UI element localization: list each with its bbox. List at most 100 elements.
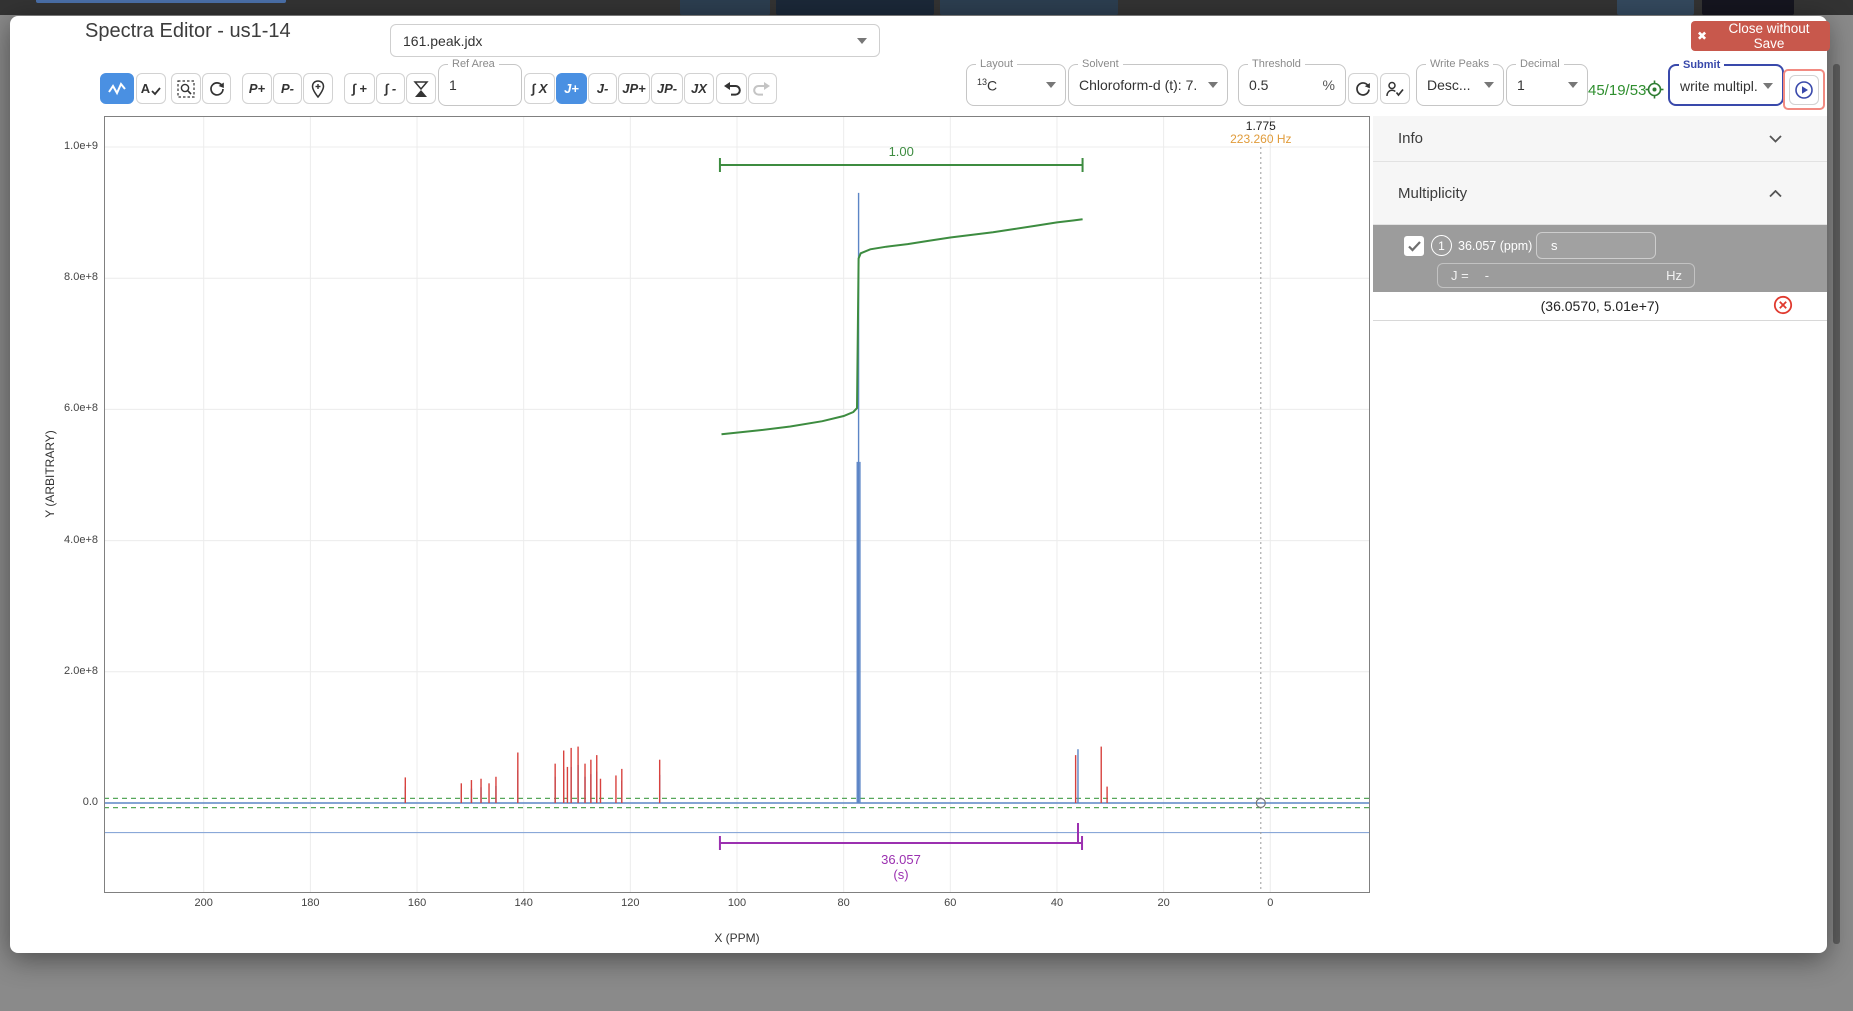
zoom-reset-button[interactable] xyxy=(202,73,231,104)
y-tick-label: 0.0 xyxy=(38,796,98,808)
chevron-down-icon xyxy=(1763,83,1773,89)
x-tick-label: 80 xyxy=(824,897,864,909)
crosshair-ppm-label: 1.775 xyxy=(1246,119,1276,133)
page-title: Spectra Editor - us1-14 xyxy=(85,20,291,43)
peak-remove-button[interactable]: P- xyxy=(273,73,302,104)
x-tick-label: 200 xyxy=(184,897,224,909)
undo-button[interactable] xyxy=(716,73,747,104)
close-without-save-button[interactable]: ✖ Close without Save xyxy=(1691,21,1830,51)
y-tick-label: 1.0e+9 xyxy=(38,140,98,152)
assign-check-button[interactable] xyxy=(1380,73,1410,104)
play-icon xyxy=(1794,80,1814,100)
multiplicity-accordion-header[interactable]: Multiplicity xyxy=(1373,162,1827,225)
layout-select[interactable]: Layout 13C xyxy=(966,64,1066,106)
peak-add-button[interactable]: P+ xyxy=(242,73,272,104)
info-accordion-header[interactable]: Info xyxy=(1373,116,1827,162)
multiplet-shift-text: 36.057 xyxy=(881,852,921,867)
spectrum-line-tool-button[interactable] xyxy=(100,73,134,104)
background-button xyxy=(940,0,1118,15)
undo-icon xyxy=(722,80,741,97)
chevron-up-icon xyxy=(1769,185,1782,202)
threshold-tool-button[interactable] xyxy=(406,73,436,104)
crosshair-hz-label: 223.260 Hz xyxy=(1230,132,1291,146)
integral-curve[interactable] xyxy=(722,219,1083,434)
chevron-down-icon xyxy=(1769,130,1782,147)
background-button xyxy=(1702,0,1794,15)
zoom-select-button[interactable] xyxy=(171,73,201,104)
auto-ranges-tool-button[interactable]: A xyxy=(136,73,166,104)
multiplicity-input[interactable]: s xyxy=(1536,232,1656,259)
integral-add-button[interactable]: ∫ + xyxy=(344,73,375,104)
multiplet-coordinate-row: (36.0570, 5.01e+7) xyxy=(1373,292,1827,321)
x-tick-label: 160 xyxy=(397,897,437,909)
ref-area-input[interactable]: 1 xyxy=(449,77,457,93)
jp-remove-button[interactable]: JP- xyxy=(651,73,683,104)
integral-delete-all-button[interactable]: ∫ X xyxy=(524,73,555,104)
check-icon xyxy=(151,87,161,96)
hourglass-icon xyxy=(413,80,429,98)
background-accent-strip xyxy=(36,0,286,3)
chevron-down-icon xyxy=(1568,82,1578,88)
reset-zoom-icon xyxy=(208,80,226,98)
x-tick-label: 40 xyxy=(1037,897,1077,909)
solvent-select[interactable]: Solvent Chloroform-d (t): 7... xyxy=(1068,64,1228,106)
decimal-value: 1 xyxy=(1517,77,1525,93)
target-toggle[interactable] xyxy=(1645,80,1664,104)
x-tick-label: 140 xyxy=(504,897,544,909)
multiplet-entry[interactable]: 1 36.057 (ppm) s J = - Hz xyxy=(1373,225,1827,292)
person-check-icon xyxy=(1385,80,1405,98)
j-remove-button[interactable]: J- xyxy=(588,73,617,104)
submit-value: write multipl... xyxy=(1680,78,1758,94)
refresh-peaks-button[interactable] xyxy=(1348,73,1378,104)
file-selector[interactable]: 161.peak.jdx xyxy=(390,24,880,57)
chevron-down-icon xyxy=(1046,82,1056,88)
jx-button[interactable]: JX xyxy=(684,73,714,104)
check-icon xyxy=(1408,241,1421,252)
multiplet-bracket[interactable]: 36.057(s) xyxy=(720,823,1082,882)
x-axis-label: X (PPM) xyxy=(697,931,777,945)
zigzag-line-icon xyxy=(107,80,127,98)
decimal-select[interactable]: Decimal 1 xyxy=(1506,64,1588,106)
remove-circle-icon xyxy=(1773,295,1793,315)
background-button xyxy=(1617,0,1694,15)
write-peaks-select[interactable]: Write Peaks Desc... xyxy=(1416,64,1504,106)
write-peaks-value: Desc... xyxy=(1427,77,1471,93)
chevron-down-icon xyxy=(857,38,867,44)
integral-bracket[interactable]: 1.00 xyxy=(720,144,1083,172)
x-tick-label: 0 xyxy=(1250,897,1290,909)
integral-value-label: 1.00 xyxy=(889,144,914,159)
jp-add-button[interactable]: JP+ xyxy=(618,73,650,104)
target-icon xyxy=(1645,80,1664,99)
screen: Spectra Editor - us1-14 161.peak.jdx ✖ C… xyxy=(0,0,1853,1011)
spectrum-chart-canvas[interactable]: 1.00 36.057(s) 1.775223.260 Hz xyxy=(104,116,1370,893)
refresh-icon xyxy=(1354,80,1372,98)
crosshair: 1.775223.260 Hz xyxy=(1230,119,1291,893)
close-icon: ✖ xyxy=(1697,29,1707,43)
multiplet-delete-button[interactable] xyxy=(1773,295,1793,320)
threshold-unit: % xyxy=(1323,77,1335,93)
file-selector-value: 161.peak.jdx xyxy=(403,33,482,49)
page-scrollbar[interactable] xyxy=(1833,64,1840,944)
chevron-down-icon xyxy=(1484,82,1494,88)
auto-letter: A xyxy=(141,81,150,96)
submit-play-button[interactable] xyxy=(1789,75,1819,105)
x-tick-label: 100 xyxy=(717,897,757,909)
y-tick-label: 4.0e+8 xyxy=(38,534,98,546)
x-tick-label: 60 xyxy=(930,897,970,909)
j-coupling-field[interactable]: J = - Hz xyxy=(1437,263,1695,288)
multiplet-checkbox[interactable] xyxy=(1404,236,1424,256)
integral-remove-button[interactable]: ∫ - xyxy=(376,73,405,104)
submit-select[interactable]: Submit write multipl... xyxy=(1668,64,1784,106)
redo-button[interactable] xyxy=(748,73,777,104)
threshold-field: Threshold 0.5 % xyxy=(1238,64,1346,106)
solvent-value: Chloroform-d (t): 7... xyxy=(1079,77,1197,93)
peak-pick-tool-button[interactable] xyxy=(303,73,333,104)
y-axis-label: Y (ARBITRARY) xyxy=(43,414,57,534)
x-tick-label: 120 xyxy=(610,897,650,909)
threshold-input[interactable]: 0.5 xyxy=(1249,77,1268,93)
multiplet-index-badge: 1 xyxy=(1431,235,1452,256)
x-tick-label: 20 xyxy=(1144,897,1184,909)
background-navbar xyxy=(0,0,1853,15)
j-add-button[interactable]: J+ xyxy=(556,73,587,104)
background-button xyxy=(776,0,934,15)
